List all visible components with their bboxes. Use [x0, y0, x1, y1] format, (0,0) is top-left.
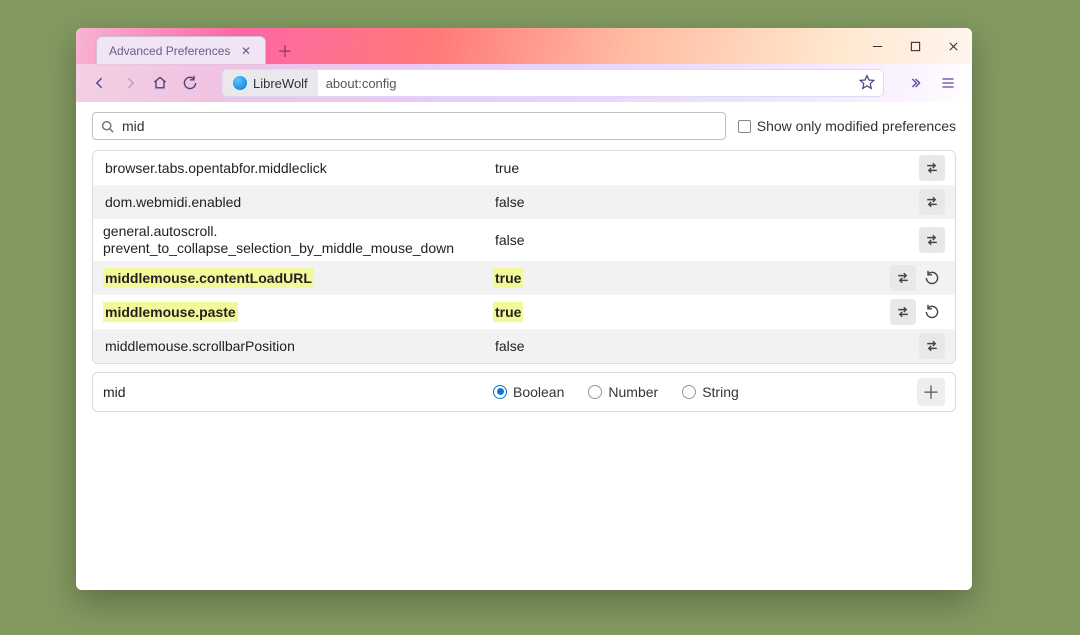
pref-name: dom.webmidi.enabled — [103, 192, 493, 212]
minimize-button[interactable] — [858, 28, 896, 64]
librewolf-icon — [233, 76, 247, 90]
new-pref-name: mid — [103, 384, 493, 400]
window-controls — [858, 28, 972, 64]
app-menu-button[interactable] — [934, 69, 962, 97]
search-icon — [101, 120, 114, 133]
new-pref-type-group: Boolean Number String — [493, 384, 739, 400]
identity-box[interactable]: LibreWolf — [223, 70, 318, 96]
radio-icon — [588, 385, 602, 399]
pref-value: true — [493, 268, 643, 288]
pref-name: middlemouse.paste — [103, 302, 493, 322]
tab-title: Advanced Preferences — [109, 44, 230, 58]
show-modified-toggle[interactable]: Show only modified preferences — [738, 118, 956, 134]
toggle-button[interactable] — [890, 265, 916, 291]
search-row: Show only modified preferences — [92, 112, 956, 140]
pref-row: dom.webmidi.enabledfalse — [93, 185, 955, 219]
pref-value: true — [493, 302, 643, 322]
show-modified-label: Show only modified preferences — [757, 118, 956, 134]
maximize-button[interactable] — [896, 28, 934, 64]
pref-value: false — [493, 336, 643, 356]
radio-icon — [493, 385, 507, 399]
back-button[interactable] — [86, 69, 114, 97]
pref-row: middlemouse.contentLoadURLtrue — [93, 261, 955, 295]
toggle-button[interactable] — [919, 227, 945, 253]
add-pref-button[interactable]: ＋ — [917, 378, 945, 406]
toggle-button[interactable] — [919, 189, 945, 215]
bookmark-star-icon[interactable] — [859, 74, 875, 93]
type-radio-number[interactable]: Number — [588, 384, 658, 400]
toggle-button[interactable] — [919, 333, 945, 359]
pref-row: browser.tabs.opentabfor.middleclicktrue — [93, 151, 955, 185]
pref-name: browser.tabs.opentabfor.middleclick — [103, 158, 493, 178]
radio-icon — [682, 385, 696, 399]
identity-label: LibreWolf — [253, 76, 308, 91]
reload-button[interactable] — [176, 69, 204, 97]
pref-row: general.autoscroll.prevent_to_collapse_s… — [93, 219, 955, 261]
radio-label: String — [702, 384, 739, 400]
toggle-button[interactable] — [919, 155, 945, 181]
overflow-button[interactable] — [900, 69, 928, 97]
url-text: about:config — [318, 76, 405, 91]
pref-value: false — [493, 230, 643, 250]
browser-window: Advanced Preferences ✕ ＋ LibreWolf about… — [76, 28, 972, 590]
url-field[interactable]: LibreWolf about:config — [222, 69, 884, 97]
reset-button[interactable] — [919, 265, 945, 291]
new-tab-button[interactable]: ＋ — [272, 37, 298, 63]
type-radio-string[interactable]: String — [682, 384, 739, 400]
checkbox-icon — [738, 120, 751, 133]
about-config-content: Show only modified preferences browser.t… — [76, 102, 972, 590]
pref-value: false — [493, 192, 643, 212]
pref-name: middlemouse.scrollbarPosition — [103, 336, 493, 356]
pref-name: general.autoscroll.prevent_to_collapse_s… — [103, 223, 493, 257]
pref-search-box[interactable] — [92, 112, 726, 140]
home-button[interactable] — [146, 69, 174, 97]
toggle-button[interactable] — [890, 299, 916, 325]
pref-name: middlemouse.contentLoadURL — [103, 268, 493, 288]
new-pref-row: mid Boolean Number String ＋ — [92, 372, 956, 412]
tab-advanced-preferences[interactable]: Advanced Preferences ✕ — [96, 36, 266, 64]
forward-button[interactable] — [116, 69, 144, 97]
radio-label: Boolean — [513, 384, 564, 400]
pref-row: middlemouse.scrollbarPositionfalse — [93, 329, 955, 363]
type-radio-boolean[interactable]: Boolean — [493, 384, 564, 400]
pref-value: true — [493, 158, 643, 178]
radio-label: Number — [608, 384, 658, 400]
pref-search-input[interactable] — [120, 117, 717, 135]
reset-button[interactable] — [919, 299, 945, 325]
pref-row: middlemouse.pastetrue — [93, 295, 955, 329]
close-window-button[interactable] — [934, 28, 972, 64]
prefs-table: browser.tabs.opentabfor.middleclicktrued… — [92, 150, 956, 364]
tab-close-icon[interactable]: ✕ — [237, 43, 255, 59]
titlebar: Advanced Preferences ✕ ＋ — [76, 28, 972, 64]
urlbar: LibreWolf about:config — [76, 64, 972, 102]
